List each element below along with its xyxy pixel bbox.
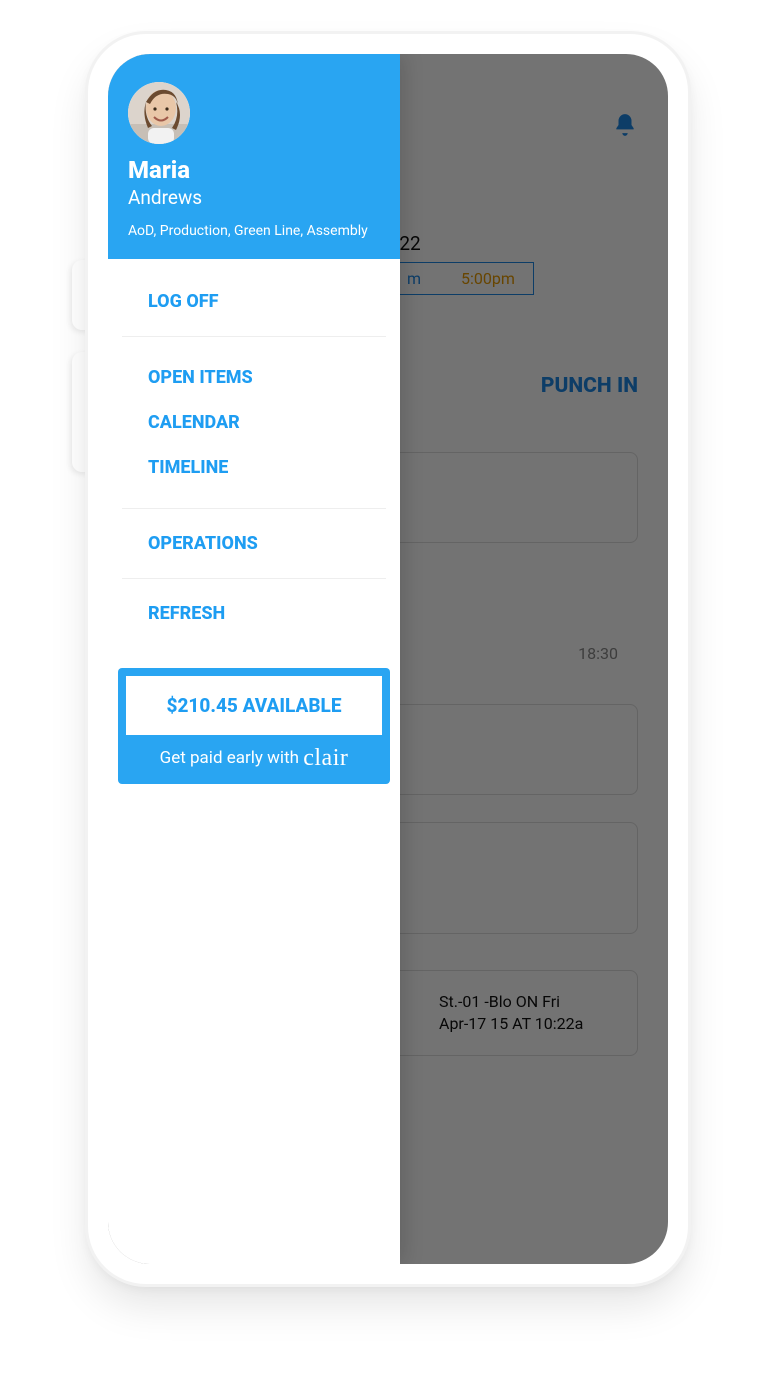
phone-screen: pm 2022 m 5:00pm PUNCH IN chedules es Av… xyxy=(108,54,668,1264)
clair-promo[interactable]: $210.45 AVAILABLE Get paid early with cl… xyxy=(118,668,390,784)
menu-item-operations[interactable]: OPERATIONS xyxy=(108,509,400,578)
menu-item-calendar[interactable]: CALENDAR xyxy=(108,400,400,445)
clair-tagline-text: Get paid early with xyxy=(160,748,304,768)
phone-frame: pm 2022 m 5:00pm PUNCH IN chedules es Av… xyxy=(88,34,688,1284)
avatar[interactable] xyxy=(128,82,190,144)
clair-amount: $210.45 AVAILABLE xyxy=(126,676,382,735)
menu-item-logoff[interactable]: LOG OFF xyxy=(108,267,400,336)
user-meta: AoD, Production, Green Line, Assembly xyxy=(128,221,380,241)
clair-tagline: Get paid early with clair xyxy=(126,739,382,776)
avatar-image xyxy=(128,82,190,144)
drawer-menu: LOG OFF OPEN ITEMS CALENDAR TIMELINE OPE… xyxy=(108,259,400,648)
user-first-name: Maria xyxy=(128,156,380,184)
menu-item-timeline[interactable]: TIMELINE xyxy=(108,445,400,490)
user-last-name: Andrews xyxy=(128,186,380,209)
sidebar-drawer: Maria Andrews AoD, Production, Green Lin… xyxy=(108,54,400,1264)
menu-item-open-items[interactable]: OPEN ITEMS xyxy=(108,355,400,400)
drawer-header: Maria Andrews AoD, Production, Green Lin… xyxy=(108,54,400,259)
clair-logo: clair xyxy=(303,745,348,771)
menu-item-refresh[interactable]: REFRESH xyxy=(108,579,400,648)
